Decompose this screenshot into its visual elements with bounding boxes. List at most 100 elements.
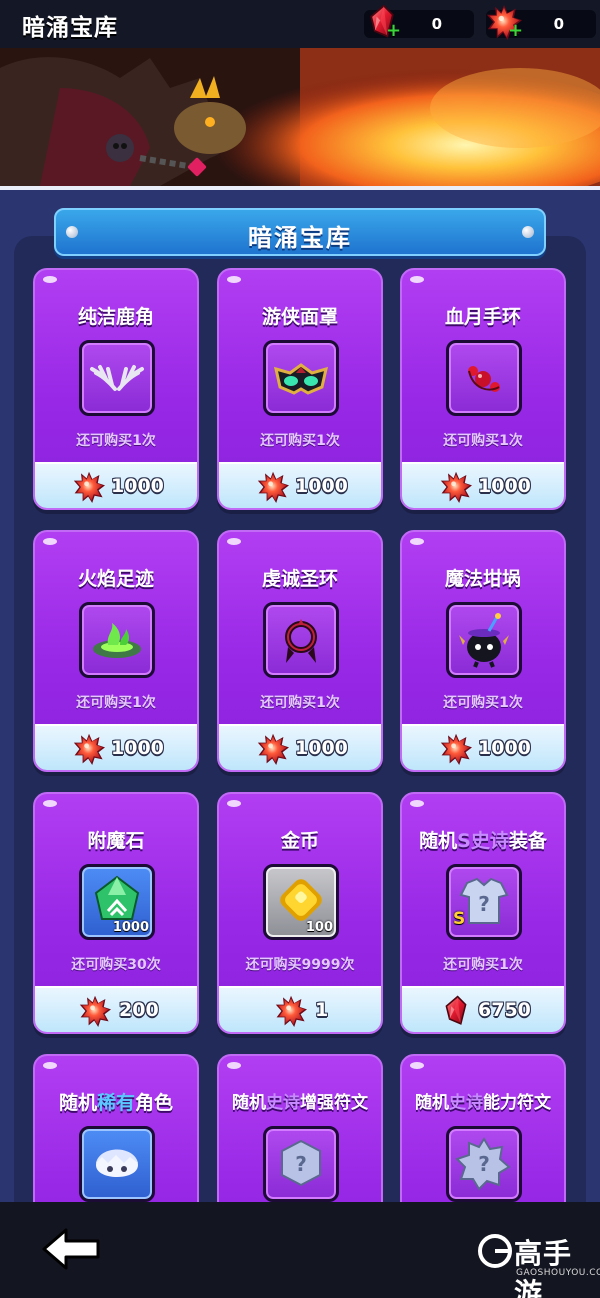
watermark-logo-icon: [478, 1234, 512, 1268]
ranger-mask-icon: [263, 340, 339, 416]
purchase-limit: 还可购买9999次: [245, 957, 355, 973]
currency-gem-star[interactable]: + 0: [486, 10, 596, 38]
shop-item-card[interactable]: 金币 100 还可购买9999次 1: [217, 792, 383, 1034]
red-gem-star-icon: [257, 471, 289, 503]
item-name: 魔法坩埚: [444, 568, 521, 590]
buy-button[interactable]: 1000: [35, 462, 197, 508]
red-gem-star-icon: [79, 995, 111, 1027]
item-name: 虔诚圣环: [261, 568, 338, 590]
white-antlers-icon: [79, 340, 155, 416]
buy-button[interactable]: 1000: [402, 724, 564, 770]
card-gloss: [410, 538, 424, 545]
card-gloss: [43, 538, 57, 545]
price-value: 200: [119, 999, 159, 1021]
watermark-text: 高手游: [514, 1237, 573, 1298]
bottom-bar: 高手游 GAOSHOUYOU.COM: [0, 1202, 600, 1298]
shop-item-card[interactable]: 附魔石 1000 还可购买30次 200: [33, 792, 199, 1034]
name-part: 能力符文: [483, 1093, 551, 1113]
purchase-limit: 还可购买1次: [443, 957, 523, 973]
card-gloss: [43, 800, 57, 807]
currency-crystal[interactable]: + 0: [364, 10, 474, 40]
item-name: 随机史诗能力符文: [402, 1088, 564, 1113]
buy-button[interactable]: 200: [35, 986, 197, 1032]
item-name: 火焰足迹: [77, 568, 154, 590]
shop-item-card[interactable]: 火焰足迹 还可购买1次 1000: [33, 530, 199, 772]
shop-item-card[interactable]: 随机S史诗装备 ? S 还可购买1次 6750: [400, 792, 566, 1034]
red-gem-star-icon: [73, 733, 105, 765]
add-gem-star-button[interactable]: +: [508, 22, 523, 40]
shop-item-card[interactable]: 纯洁鹿角 还可购买1次 1000: [33, 268, 199, 510]
shop-item-card[interactable]: 魔法坩埚 还可购买1次 1000: [400, 530, 566, 772]
price-value: 1000: [295, 475, 348, 497]
name-part: 随机: [419, 830, 458, 852]
watermark: 高手游 GAOSHOUYOU.COM: [478, 1228, 600, 1298]
name-part: 增强符文: [300, 1093, 368, 1113]
add-crystal-button[interactable]: +: [386, 22, 401, 40]
name-rarity: 史诗: [266, 1093, 300, 1113]
purchase-limit: 还可购买1次: [443, 433, 523, 449]
name-rarity: S史诗: [457, 830, 509, 852]
purchase-limit: 还可购买1次: [76, 433, 156, 449]
magic-cauldron-icon: [446, 602, 522, 678]
card-gloss: [227, 1062, 241, 1069]
buy-button[interactable]: 1000: [219, 724, 381, 770]
item-name: 血月手环: [444, 306, 521, 328]
name-part: 随机: [58, 1092, 97, 1114]
watermark-sub: GAOSHOUYOU.COM: [516, 1268, 600, 1278]
svg-text:?: ?: [478, 892, 490, 916]
devout-halo-icon: [263, 602, 339, 678]
shop-item-card[interactable]: 血月手环 还可购买1次 1000: [400, 268, 566, 510]
shop-item-card[interactable]: 游侠面罩 还可购买1次 1000: [217, 268, 383, 510]
item-quantity: 1000: [112, 920, 149, 935]
mystery-rune-icon: ?: [446, 1126, 522, 1202]
enchant-stone-icon: 1000: [79, 864, 155, 940]
purchase-limit: 还可购买1次: [443, 695, 523, 711]
item-name: 金币: [280, 830, 319, 852]
price-value: 1000: [478, 475, 531, 497]
buy-button[interactable]: 1000: [219, 462, 381, 508]
purchase-limit: 还可购买1次: [260, 433, 340, 449]
back-button[interactable]: [40, 1226, 104, 1272]
card-gloss: [227, 276, 241, 283]
card-gloss: [227, 800, 241, 807]
price-value: 6750: [478, 999, 531, 1021]
red-gem-star-icon: [73, 471, 105, 503]
back-arrow-icon: [42, 1228, 100, 1270]
rarity-badge: S: [453, 909, 466, 929]
crystal-count: 0: [431, 15, 442, 33]
red-gem-star-icon: [440, 733, 472, 765]
buy-button[interactable]: 6750: [402, 986, 564, 1032]
purchase-limit: 还可购买1次: [260, 695, 340, 711]
item-name: 附魔石: [87, 830, 145, 852]
item-name: 纯洁鹿角: [77, 306, 154, 328]
buy-button[interactable]: 1: [219, 986, 381, 1032]
shop-item-card[interactable]: 虔诚圣环 还可购买1次 1000: [217, 530, 383, 772]
card-gloss: [43, 1062, 57, 1069]
buy-button[interactable]: 1000: [35, 724, 197, 770]
section-header: 暗涌宝库: [54, 208, 546, 256]
page-title: 暗涌宝库: [22, 15, 118, 41]
red-crystal-icon: [440, 995, 472, 1027]
red-gem-star-icon: [275, 995, 307, 1027]
name-part: 角色: [135, 1092, 174, 1114]
name-part: 随机: [415, 1093, 449, 1113]
card-gloss: [410, 276, 424, 283]
flame-footprint-icon: [79, 602, 155, 678]
svg-text:?: ?: [295, 1152, 307, 1176]
item-name: 随机史诗增强符文: [219, 1088, 381, 1113]
purchase-limit: 还可购买1次: [76, 695, 156, 711]
name-part: 随机: [232, 1093, 266, 1113]
name-part: 装备: [508, 830, 547, 852]
card-gloss: [410, 1062, 424, 1069]
name-rarity: 稀有: [96, 1092, 135, 1114]
price-value: 1000: [478, 737, 531, 759]
item-name: 随机稀有角色: [35, 1088, 197, 1115]
top-bar: 暗涌宝库 + 0 + 0: [0, 0, 600, 48]
buy-button[interactable]: 1000: [402, 462, 564, 508]
purchase-limit: 还可购买30次: [71, 957, 161, 973]
item-quantity: 100: [305, 920, 333, 935]
red-gem-star-icon: [440, 471, 472, 503]
price-value: 1: [315, 999, 329, 1021]
price-value: 1000: [295, 737, 348, 759]
item-name: 游侠面罩: [261, 306, 338, 328]
